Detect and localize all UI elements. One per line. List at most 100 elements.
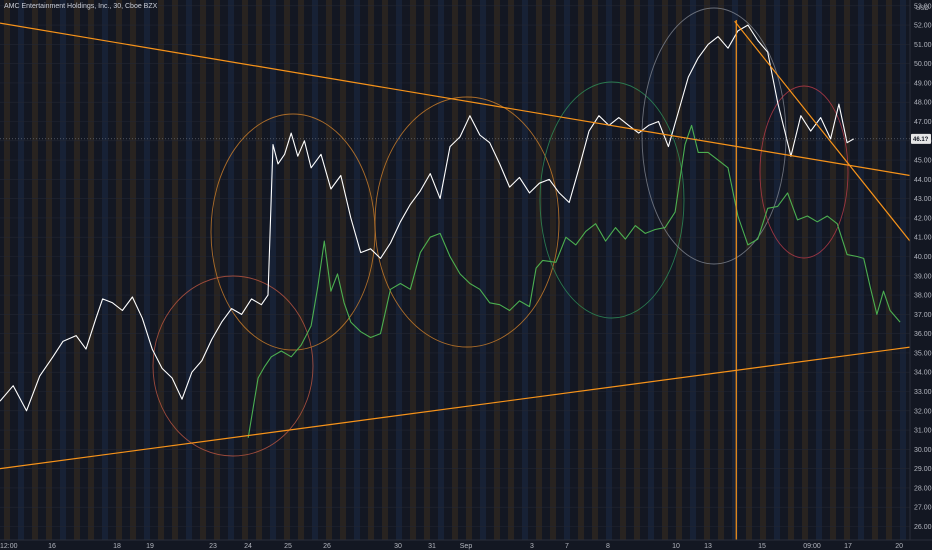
session-band — [620, 0, 626, 540]
session-band — [424, 0, 430, 540]
session-band — [438, 0, 444, 540]
time-tick-label: 13 — [704, 543, 712, 550]
price-tick-label: 39.00 — [914, 273, 932, 280]
session-band — [46, 0, 52, 540]
session-band — [550, 0, 556, 540]
session-band — [480, 0, 486, 540]
price-tick-label: 49.00 — [914, 80, 932, 87]
price-tick-label: 47.00 — [914, 119, 932, 126]
time-tick-label: 18 — [113, 543, 121, 550]
session-band — [284, 0, 290, 540]
price-tick-label: 37.00 — [914, 312, 932, 319]
session-band — [900, 0, 906, 540]
price-tick-label: 36.00 — [914, 331, 932, 338]
price-tick-label: 42.00 — [914, 215, 932, 222]
session-band — [4, 0, 10, 540]
session-band — [326, 0, 332, 540]
session-band — [760, 0, 766, 540]
price-tick-label: 45.00 — [914, 158, 932, 165]
session-band — [634, 0, 640, 540]
session-band — [564, 0, 570, 540]
time-tick-label: 7 — [565, 543, 569, 550]
price-tick-label: 26.00 — [914, 524, 932, 531]
current-price-value: 46.1? — [913, 137, 929, 143]
session-band — [494, 0, 500, 540]
session-band — [200, 0, 206, 540]
session-band — [270, 0, 276, 540]
price-tick-label: 43.00 — [914, 196, 932, 203]
price-tick-label: 48.00 — [914, 100, 932, 107]
time-tick-label: 26 — [323, 543, 331, 550]
session-band — [508, 0, 514, 540]
price-tick-label: 41.00 — [914, 235, 932, 242]
session-band — [886, 0, 892, 540]
price-chart[interactable]: USD 53.0052.0051.0050.0049.0048.0047.004… — [0, 0, 932, 550]
session-band — [312, 0, 318, 540]
price-tick-label: 52.00 — [914, 23, 932, 30]
session-band — [116, 0, 122, 540]
price-tick-label: 38.00 — [914, 293, 932, 300]
time-tick-label: 12:00 — [0, 543, 18, 550]
session-band — [102, 0, 108, 540]
time-tick-label: 20 — [895, 543, 903, 550]
price-tick-label: 29.00 — [914, 466, 932, 473]
session-band — [788, 0, 794, 540]
session-band — [298, 0, 304, 540]
price-tick-label: 44.00 — [914, 177, 932, 184]
session-band — [214, 0, 220, 540]
time-tick-label: 09:00 — [803, 543, 821, 550]
session-band — [522, 0, 528, 540]
session-band — [844, 0, 850, 540]
time-tick-label: Sep — [460, 543, 473, 550]
time-tick-label: 15 — [758, 543, 766, 550]
session-band — [536, 0, 542, 540]
session-band — [704, 0, 710, 540]
session-band — [130, 0, 136, 540]
session-band — [396, 0, 402, 540]
symbol-title[interactable]: AMC Entertainment Holdings, Inc., 30, Cb… — [4, 3, 157, 10]
session-band — [144, 0, 150, 540]
time-tick-label: 3 — [530, 543, 534, 550]
session-band — [18, 0, 24, 540]
session-band — [746, 0, 752, 540]
session-band — [802, 0, 808, 540]
session-band — [690, 0, 696, 540]
session-band — [718, 0, 724, 540]
time-tick-label: 23 — [209, 543, 217, 550]
session-band — [452, 0, 458, 540]
session-band — [32, 0, 38, 540]
session-band — [606, 0, 612, 540]
price-tick-label: 27.00 — [914, 505, 932, 512]
time-tick-label: 31 — [428, 543, 436, 550]
time-tick-label: 25 — [284, 543, 292, 550]
price-tick-label: 51.00 — [914, 42, 932, 49]
time-tick-label: 24 — [244, 543, 252, 550]
chart-root: USD 53.00 52.00 51.00 50.00 49.00 48.00 47.00 4… — [0, 0, 932, 550]
session-band — [186, 0, 192, 540]
price-tick-label: 53.00 — [914, 3, 932, 10]
time-tick-label: 19 — [146, 543, 154, 550]
price-tick-label: 35.00 — [914, 350, 932, 357]
session-band — [88, 0, 94, 540]
session-band — [732, 0, 738, 540]
session-band — [858, 0, 864, 540]
price-tick-label: 28.00 — [914, 485, 932, 492]
session-band — [382, 0, 388, 540]
session-band — [830, 0, 836, 540]
session-band — [816, 0, 822, 540]
price-tick-label: 31.00 — [914, 428, 932, 435]
session-band — [242, 0, 248, 540]
time-tick-label: 17 — [844, 543, 852, 550]
time-tick-label: 30 — [394, 543, 402, 550]
time-tick-label: 16 — [48, 543, 56, 550]
price-tick-label: 32.00 — [914, 408, 932, 415]
session-band — [228, 0, 234, 540]
session-band — [676, 0, 682, 540]
price-tick-label: 50.00 — [914, 61, 932, 68]
session-band — [662, 0, 668, 540]
session-band — [60, 0, 66, 540]
session-band — [158, 0, 164, 540]
session-band — [354, 0, 360, 540]
session-band — [256, 0, 262, 540]
time-tick-label: 8 — [606, 543, 610, 550]
